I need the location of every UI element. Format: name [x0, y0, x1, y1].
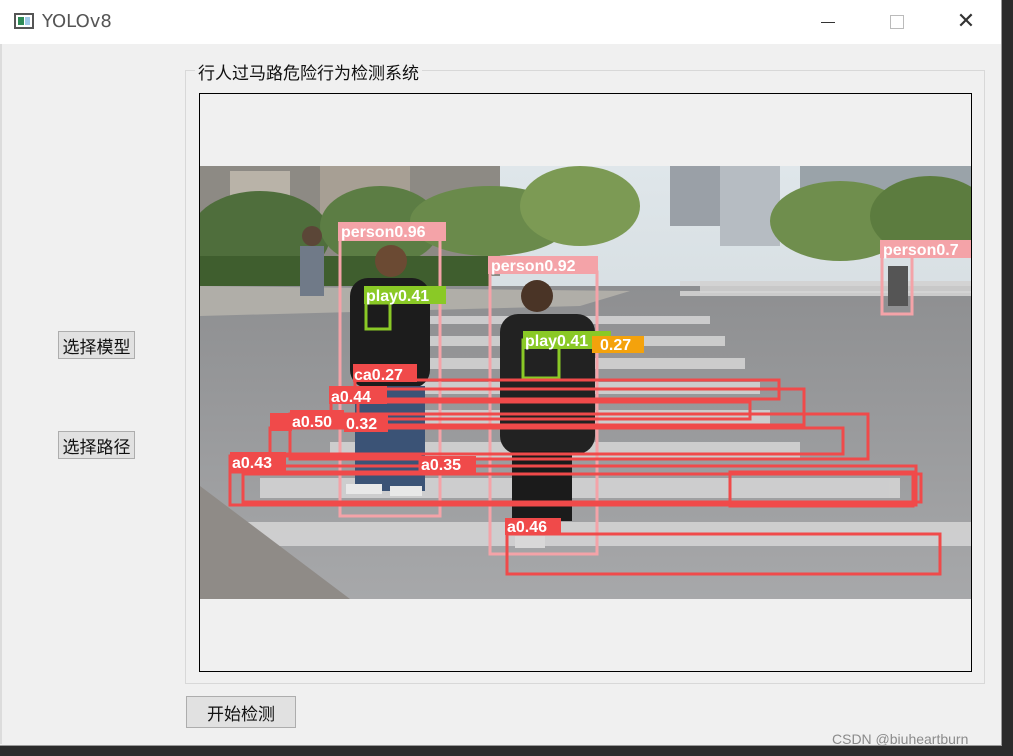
close-icon: ✕: [956, 9, 976, 34]
detection-label: person0.7: [883, 242, 959, 259]
detection-label: a0.46: [507, 519, 547, 536]
detection-label: a0.50: [292, 414, 332, 431]
detection-label: person0.96: [341, 224, 426, 241]
maximize-button[interactable]: [862, 0, 932, 44]
detection-label: play0.41: [366, 288, 429, 305]
window-title: YOLOv8: [42, 11, 112, 32]
app-window: YOLOv8 ✕ 行人过马路危险行为检测系统 person0.96 person…: [0, 0, 1002, 746]
groupbox-title: 行人过马路危险行为检测系统: [195, 59, 422, 84]
minimize-button[interactable]: [793, 0, 863, 44]
select-path-button[interactable]: 选择路径: [58, 431, 135, 459]
maximize-icon: [890, 15, 904, 29]
detection-label: person0.92: [491, 258, 576, 275]
detection-label: 0.27: [600, 337, 631, 354]
detection-label: a0.44: [331, 389, 371, 406]
watermark: CSDN @biuheartburn: [832, 731, 969, 747]
title-bar: YOLOv8 ✕: [0, 0, 1001, 44]
detection-label: 0.32: [346, 416, 377, 433]
start-detect-button[interactable]: 开始检测: [186, 696, 296, 728]
app-icon: [14, 13, 34, 29]
close-button[interactable]: ✕: [931, 0, 1001, 44]
minimize-icon: [821, 21, 835, 23]
detection-label: play0.41: [525, 333, 588, 350]
detection-label: a0.35: [421, 457, 461, 474]
window-left-edge: [0, 44, 2, 744]
detection-label: a0.43: [232, 455, 272, 472]
detection-label: ca0.27: [354, 367, 403, 384]
detection-result-image: person0.96 person0.92 person0.7 play0.41…: [200, 166, 971, 599]
select-model-button[interactable]: 选择模型: [58, 331, 135, 359]
